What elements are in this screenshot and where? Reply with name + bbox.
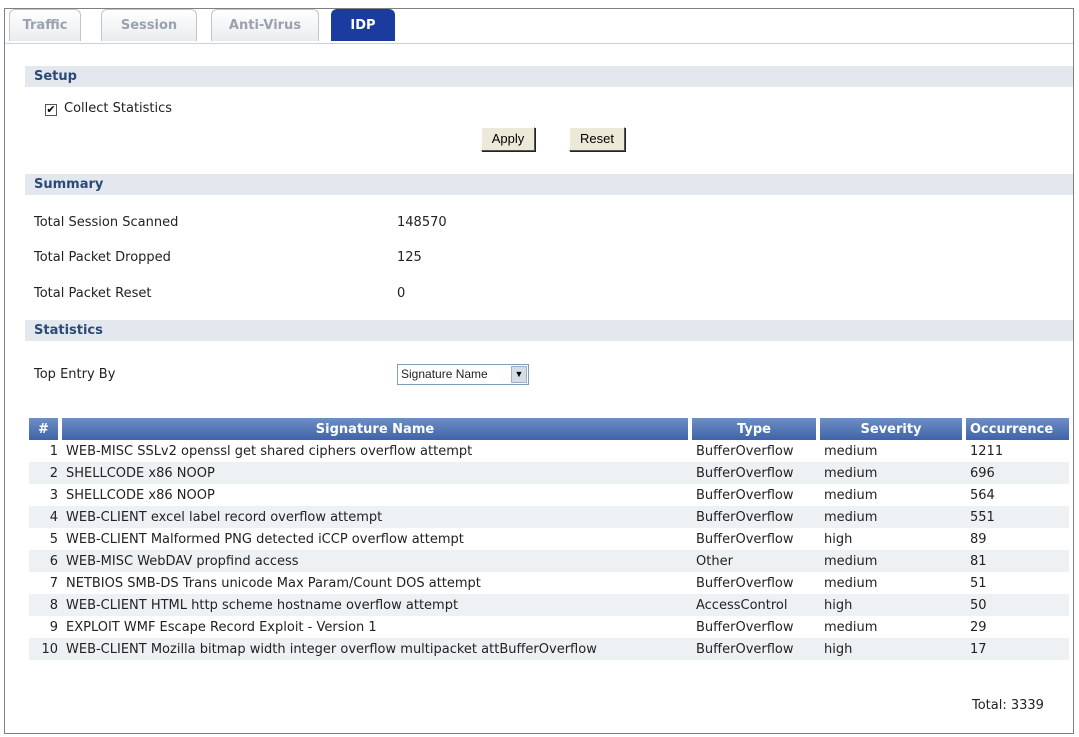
column-header-occurrence[interactable]: Occurrence [966, 418, 1069, 440]
row-number-cell: 8 [29, 594, 62, 616]
top-entry-select-value: Signature Name [401, 367, 488, 381]
signature-severity-cell: medium [820, 462, 966, 484]
signature-name-cell: WEB-MISC WebDAV propfind access [62, 550, 692, 572]
row-number-cell: 6 [29, 550, 62, 572]
signature-type-cell: BufferOverflow [696, 487, 794, 503]
signature-type-cell: BufferOverflow [696, 619, 794, 635]
summary-value-packet-dropped: 125 [397, 250, 422, 265]
column-header-severity[interactable]: Severity [820, 418, 966, 440]
row-number-cell: 1 [49, 443, 58, 459]
signature-occurrence-cell: 89 [970, 531, 987, 547]
signature-severity-cell: medium [820, 506, 966, 528]
summary-value-session-scanned: 148570 [397, 215, 447, 230]
signature-occurrence-cell: 29 [970, 619, 987, 635]
signature-name-cell: WEB-CLIENT Mozilla bitmap width integer … [62, 638, 692, 660]
column-header-number: # [29, 418, 62, 440]
signature-occurrence-cell: 551 [966, 506, 1069, 528]
section-setup-header: Setup [25, 66, 1073, 87]
collect-statistics-label: Collect Statistics [64, 101, 173, 116]
table-header-row: # Signature Name Type Severity Occurrenc… [29, 418, 1069, 440]
signature-occurrence-cell: 81 [966, 550, 1069, 572]
top-entry-label: Top Entry By [34, 367, 116, 382]
table-row: 5 WEB-CLIENT Malformed PNG detected iCCP … [29, 528, 1069, 550]
row-number-cell: 5 [49, 531, 58, 547]
row-number-cell: 10 [29, 638, 62, 660]
row-number-cell: 3 [49, 487, 58, 503]
summary-label-session-scanned: Total Session Scanned [34, 215, 179, 230]
signature-type-cell: BufferOverflow [696, 531, 794, 547]
signature-severity-cell: medium [824, 619, 878, 635]
signature-name-cell: WEB-CLIENT Malformed PNG detected iCCP o… [66, 531, 464, 547]
reset-button[interactable]: Reset [569, 127, 625, 151]
apply-button[interactable]: Apply [481, 127, 535, 151]
top-entry-select[interactable]: Signature Name ▼ [397, 364, 529, 385]
table-row: 3 SHELLCODE x86 NOOP BufferOverflow medium 5… [29, 484, 1069, 506]
signature-name-cell: EXPLOIT WMF Escape Record Exploit - Vers… [66, 619, 377, 635]
section-statistics-header: Statistics [25, 320, 1073, 341]
signature-occurrence-cell: 50 [966, 594, 1069, 616]
signature-severity-cell: high [820, 638, 966, 660]
tab-anti-virus[interactable]: Anti-Virus [211, 9, 319, 41]
table-row: 10 WEB-CLIENT Mozilla bitmap width intege… [29, 638, 1069, 660]
row-number-cell: 2 [29, 462, 62, 484]
signature-name-cell: WEB-CLIENT HTML http scheme hostname ove… [62, 594, 692, 616]
signature-severity-cell: high [824, 531, 853, 547]
signature-severity-cell: medium [820, 550, 966, 572]
signature-type-cell: BufferOverflow [692, 506, 820, 528]
column-header-signature-name[interactable]: Signature Name [62, 418, 692, 440]
table-row: 2 SHELLCODE x86 NOOP BufferOverflow medium 6… [29, 462, 1069, 484]
table-row: 7 NETBIOS SMB-DS Trans unicode Max Param/… [29, 572, 1069, 594]
summary-value-packet-reset: 0 [397, 286, 406, 301]
statistics-table-body: 1 WEB-MISC SSLv2 openssl get shared ciphe… [29, 440, 1069, 660]
signature-occurrence-cell: 51 [970, 575, 987, 591]
signature-type-cell: BufferOverflow [692, 462, 820, 484]
row-number-cell: 9 [49, 619, 58, 635]
signature-type-cell: AccessControl [692, 594, 820, 616]
signature-severity-cell: medium [824, 487, 878, 503]
dropdown-arrow-icon[interactable]: ▼ [511, 366, 527, 383]
table-row: 4 WEB-CLIENT excel label record overflow … [29, 506, 1069, 528]
signature-severity-cell: high [820, 594, 966, 616]
signature-type-cell: BufferOverflow [696, 575, 794, 591]
row-number-cell: 7 [49, 575, 58, 591]
collect-statistics-checkbox[interactable]: ✔ [45, 104, 57, 116]
signature-type-cell: Other [692, 550, 820, 572]
signature-occurrence-cell: 564 [970, 487, 995, 503]
tab-idp[interactable]: IDP [331, 9, 395, 41]
summary-label-packet-reset: Total Packet Reset [34, 286, 152, 301]
table-row: 1 WEB-MISC SSLv2 openssl get shared ciphe… [29, 440, 1069, 462]
statistics-table: # Signature Name Type Severity Occurrenc… [29, 418, 1069, 660]
signature-severity-cell: medium [824, 575, 878, 591]
signature-type-cell: BufferOverflow [696, 443, 794, 459]
row-number-cell: 4 [29, 506, 62, 528]
signature-name-cell: WEB-CLIENT excel label record overflow a… [62, 506, 692, 528]
signature-occurrence-cell: 17 [966, 638, 1069, 660]
tab-session[interactable]: Session [101, 9, 197, 41]
tab-bar: Traffic Session Anti-Virus IDP [5, 9, 1073, 44]
signature-name-cell: SHELLCODE x86 NOOP [62, 462, 692, 484]
summary-label-packet-dropped: Total Packet Dropped [34, 250, 171, 265]
section-summary-header: Summary [25, 174, 1073, 195]
table-row: 6 WEB-MISC WebDAV propfind access Other med… [29, 550, 1069, 572]
table-row: 8 WEB-CLIENT HTML http scheme hostname ov… [29, 594, 1069, 616]
signature-name-cell: WEB-MISC SSLv2 openssl get shared cipher… [66, 443, 473, 459]
signature-type-cell: BufferOverflow [692, 638, 820, 660]
column-header-type[interactable]: Type [692, 418, 820, 440]
occurrence-total: Total: 3339 [972, 698, 1044, 713]
signature-name-cell: NETBIOS SMB-DS Trans unicode Max Param/C… [66, 575, 481, 591]
tab-traffic[interactable]: Traffic [9, 9, 81, 41]
signature-severity-cell: medium [824, 443, 878, 459]
signature-occurrence-cell: 1211 [970, 443, 1004, 459]
signature-name-cell: SHELLCODE x86 NOOP [66, 487, 215, 503]
signature-occurrence-cell: 696 [966, 462, 1069, 484]
table-row: 9 EXPLOIT WMF Escape Record Exploit - Ver… [29, 616, 1069, 638]
